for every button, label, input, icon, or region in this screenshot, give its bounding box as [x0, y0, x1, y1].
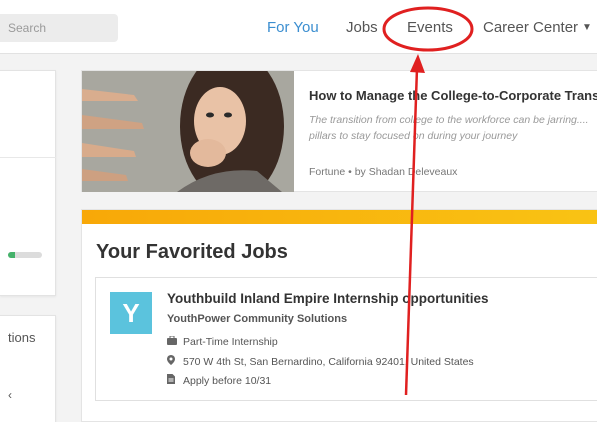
left-partial-text: ‹ [8, 388, 12, 402]
nav-jobs[interactable]: Jobs [346, 19, 378, 36]
article-card[interactable]: How to Manage the College-to-Corporate T… [81, 70, 597, 192]
job-deadline-row: Apply before 10/31 [167, 374, 271, 387]
image-hands [190, 139, 226, 167]
document-icon [167, 374, 177, 386]
job-type: Part-Time Internship [183, 336, 278, 348]
image-eye-left [206, 112, 214, 118]
job-type-row: Part-Time Internship [167, 335, 278, 348]
left-section-label[interactable]: tions [8, 330, 35, 345]
article-image [82, 71, 294, 192]
favorited-jobs-card: Your Favorited Jobs Y Youthbuild Inland … [81, 209, 597, 422]
chevron-down-icon: ▼ [582, 22, 592, 33]
briefcase-icon [167, 335, 177, 347]
profile-card [0, 70, 56, 296]
job-company[interactable]: YouthPower Community Solutions [167, 313, 347, 325]
favorited-jobs-heading: Your Favorited Jobs [96, 241, 288, 263]
article-description: The transition from college to the workf… [309, 114, 589, 142]
article-image-illustration [82, 71, 294, 192]
nav-career-center-label: Career Center [483, 19, 579, 36]
top-navigation-bar: For You Jobs Events Career Center▼ [0, 0, 597, 54]
map-pin-icon [167, 355, 177, 367]
profile-card-divider [0, 157, 56, 158]
employer-logo: Y [110, 292, 152, 334]
article-title[interactable]: How to Manage the College-to-Corporate T… [309, 88, 597, 103]
image-eye-right [224, 112, 232, 118]
job-title[interactable]: Youthbuild Inland Empire Internship oppo… [167, 291, 489, 306]
profile-progress-fill [8, 252, 15, 258]
job-deadline: Apply before 10/31 [183, 375, 272, 387]
profile-progress-bar [8, 252, 42, 258]
nav-events[interactable]: Events [407, 19, 453, 36]
job-location: 570 W 4th St, San Bernardino, California… [183, 356, 474, 368]
nav-career-center[interactable]: Career Center ▼ [483, 19, 592, 36]
search-input[interactable] [0, 14, 118, 42]
job-location-row: 570 W 4th St, San Bernardino, California… [167, 355, 474, 368]
favorited-jobs-banner [82, 210, 597, 224]
job-card[interactable]: Y Youthbuild Inland Empire Internship op… [95, 277, 597, 401]
nav-for-you[interactable]: For You [267, 19, 319, 36]
left-section-card: tions ‹ [0, 315, 56, 422]
article-meta: Fortune • by Shadan Deleveaux [309, 166, 458, 178]
